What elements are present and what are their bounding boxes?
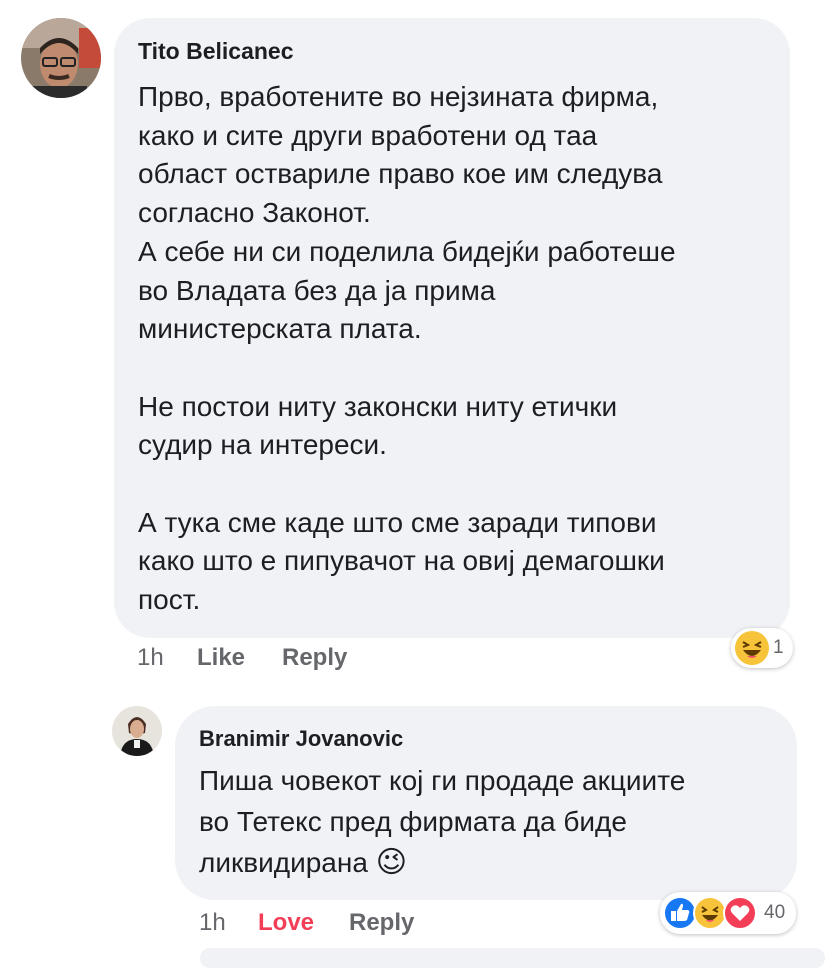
comment-text: Прво, вработените во нејзината фирма, ка… [138, 81, 676, 616]
reaction-summary[interactable]: 1 [731, 628, 793, 668]
reply-button[interactable]: Reply [282, 644, 347, 672]
avatar-tito[interactable] [21, 18, 101, 98]
like-icon [663, 896, 697, 930]
haha-icon [735, 631, 769, 665]
comment-actions: 1h Like Reply [0, 644, 825, 674]
love-icon [723, 896, 757, 930]
reaction-count: 1 [773, 637, 784, 658]
next-comment-edge [200, 948, 825, 968]
wink-emoji-icon: 😉 [375, 845, 407, 880]
avatar-branimir[interactable] [112, 706, 162, 756]
reply-timestamp: 1h [199, 909, 226, 936]
avatar-photo-icon [112, 706, 162, 756]
reply-author[interactable]: Branimir Jovanovic [199, 726, 403, 752]
reaction-summary[interactable]: 40 [660, 892, 796, 934]
reply-bubble: Branimir Jovanovic Пиша човекот кој ги п… [175, 706, 797, 900]
like-button[interactable]: Like [197, 644, 245, 672]
haha-icon [693, 896, 727, 930]
reaction-count: 40 [764, 902, 786, 923]
comment-bubble: Tito Belicanec Прво, вработените во нејз… [114, 18, 790, 638]
comment-author[interactable]: Tito Belicanec [138, 38, 294, 65]
love-button[interactable]: Love [258, 909, 314, 937]
reply-button[interactable]: Reply [349, 909, 414, 937]
avatar-photo-icon [21, 18, 101, 98]
comment-timestamp: 1h [137, 644, 164, 671]
reply-text: Пиша човекот кој ги продаде акциите во Т… [199, 760, 685, 883]
reply-text-body: Пиша човекот кој ги продаде акциите во Т… [199, 765, 686, 878]
